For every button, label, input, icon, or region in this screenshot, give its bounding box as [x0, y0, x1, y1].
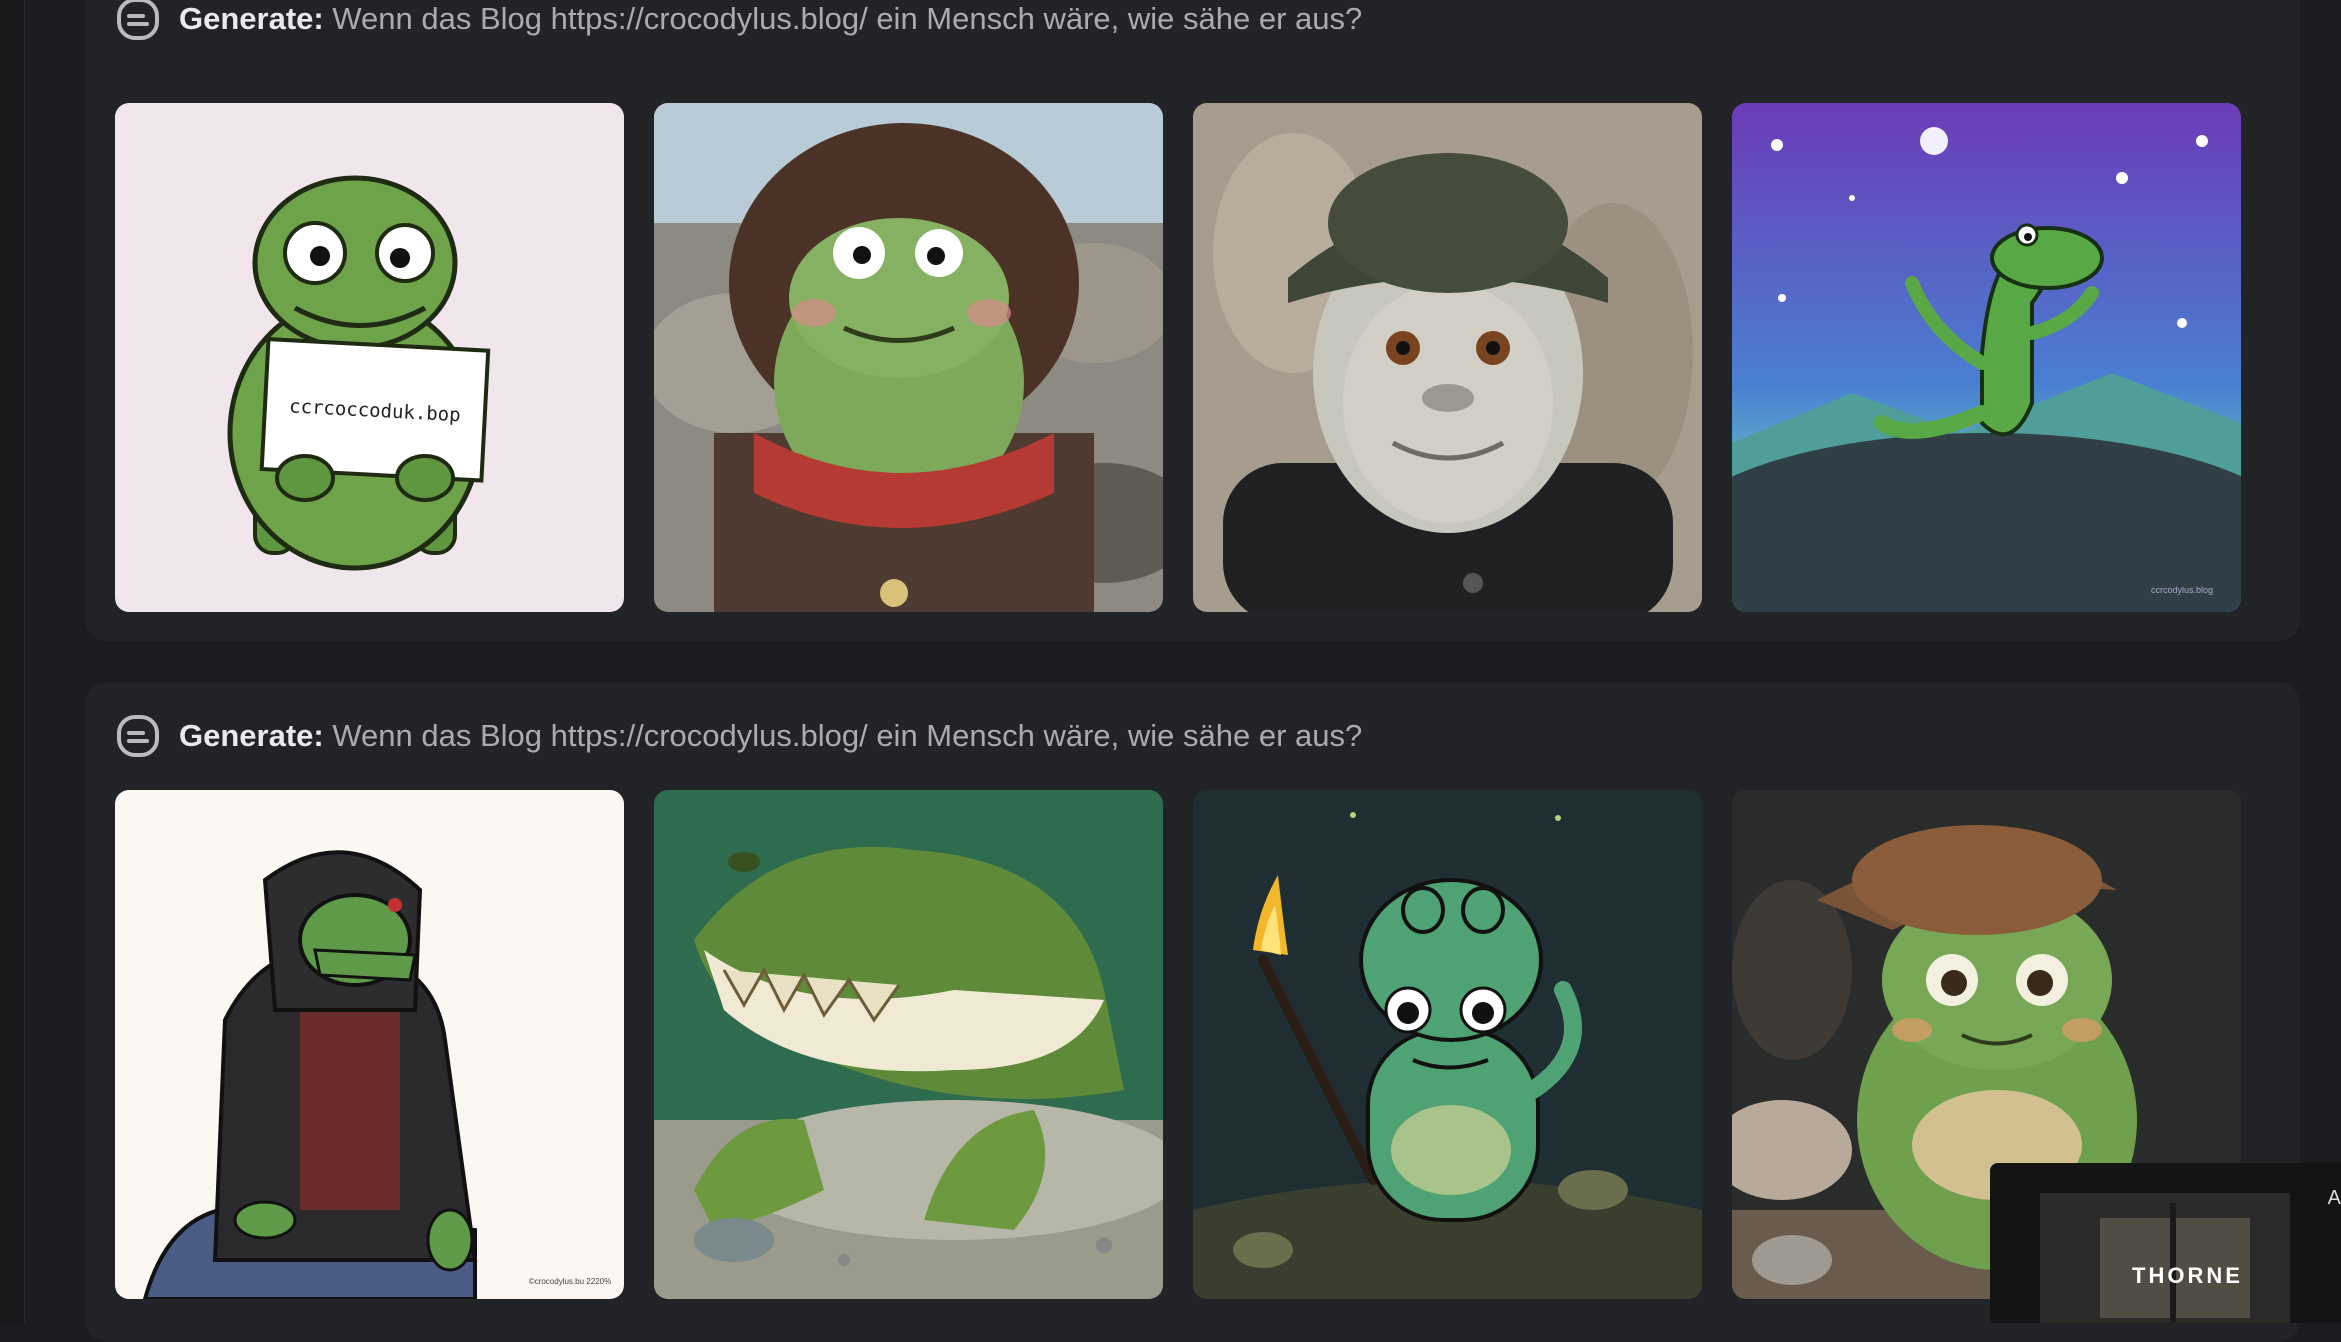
- overlay-title: THORNE: [2132, 1263, 2243, 1288]
- generated-image-torch-croc[interactable]: [1193, 790, 1702, 1299]
- generate-label: Generate:: [179, 718, 324, 753]
- generation-header: Generate: Wenn das Blog https://crocodyl…: [115, 0, 1362, 44]
- watermark-text: ccrcodylus.blog: [2151, 585, 2213, 595]
- prompt-text: Wenn das Blog https://crocodylus.blog/ e…: [332, 718, 1363, 753]
- assistant-bot-icon: [117, 715, 159, 757]
- generate-label: Generate:: [179, 1, 324, 36]
- generated-image-cartoon-sign[interactable]: ccrcoccoduk.bop: [115, 103, 624, 612]
- prompt-text: Wenn das Blog https://crocodylus.blog/ e…: [332, 1, 1363, 36]
- floating-video-overlay[interactable]: THORNE A: [1990, 1163, 2341, 1323]
- generated-image-realistic-croc[interactable]: [654, 790, 1163, 1299]
- watermark-text: ©crocodylus.bu 2220%: [529, 1277, 611, 1286]
- generated-image-realistic-bucket-hat[interactable]: [1193, 103, 1702, 612]
- generated-image-plush-red-scarf[interactable]: [654, 103, 1163, 612]
- generation-card-1: Generate: Wenn das Blog https://crocodyl…: [85, 0, 2300, 641]
- generation-card-2: Generate: Wenn das Blog https://crocodyl…: [85, 682, 2300, 1342]
- overlay-corner-letter: A: [2327, 1187, 2341, 1209]
- assistant-bot-icon: [117, 0, 159, 40]
- generated-image-hoodie-croc[interactable]: ©crocodylus.bu 2220%: [115, 790, 624, 1299]
- generation-header: Generate: Wenn das Blog https://crocodyl…: [115, 711, 1362, 761]
- generated-image-night-sky-croc[interactable]: ccrcodylus.blog: [1732, 103, 2241, 612]
- left-rail: [0, 0, 25, 1323]
